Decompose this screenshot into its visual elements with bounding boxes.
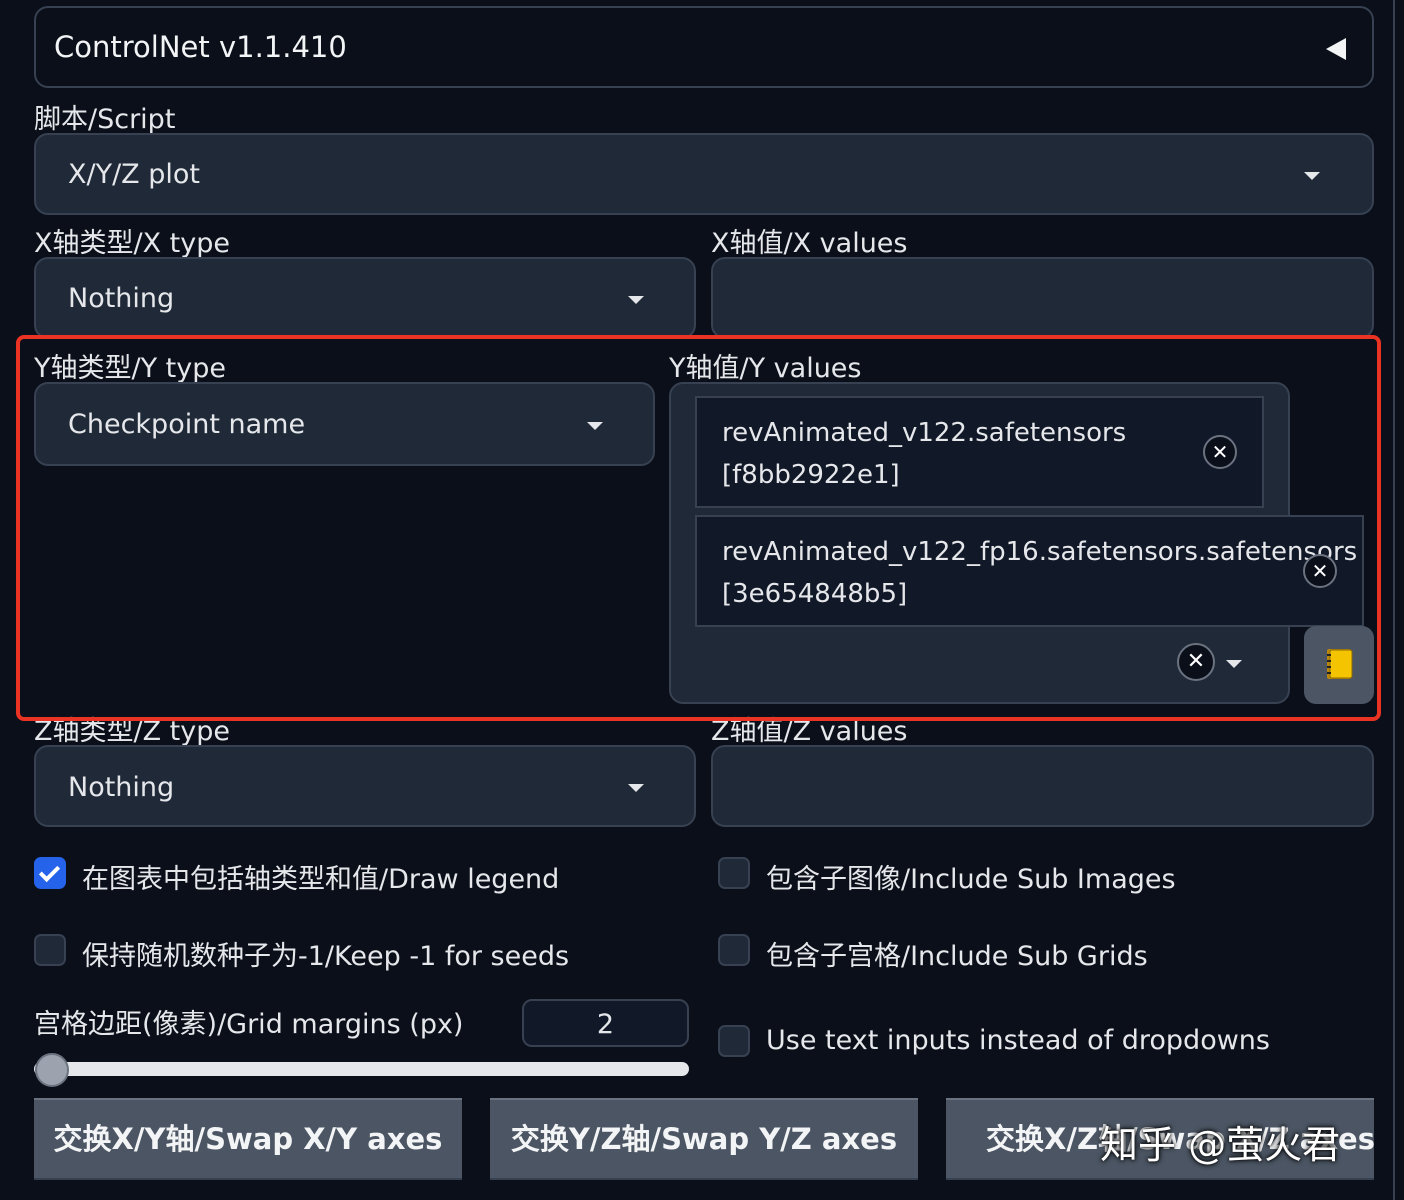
- chevron-down-icon: [628, 784, 644, 792]
- swap-xy-button[interactable]: 交换X/Y轴/Swap X/Y axes: [34, 1098, 462, 1178]
- highlight-frame: [16, 335, 1381, 721]
- include-sub-images-label: 包含子图像/Include Sub Images: [766, 864, 1176, 895]
- script-select[interactable]: X/Y/Z plot: [34, 133, 1374, 215]
- grid-margins-slider-thumb[interactable]: [35, 1053, 69, 1087]
- x-values-label: X轴值/X values: [711, 228, 908, 259]
- text-inputs-checkbox[interactable]: [718, 1025, 750, 1057]
- include-sub-grids-checkbox[interactable]: [718, 934, 750, 966]
- grid-margins-slider-track[interactable]: [34, 1062, 689, 1076]
- check-icon: [38, 860, 61, 883]
- include-sub-grids-label: 包含子宫格/Include Sub Grids: [766, 941, 1148, 972]
- z-type-selected-value: Nothing: [68, 772, 175, 803]
- chevron-down-icon: [1304, 172, 1320, 180]
- x-values-input[interactable]: [711, 257, 1374, 339]
- z-type-select[interactable]: Nothing: [34, 745, 696, 827]
- z-values-input[interactable]: [711, 745, 1374, 827]
- keep-seeds-checkbox[interactable]: [34, 934, 66, 966]
- swap-yz-button[interactable]: 交换Y/Z轴/Swap Y/Z axes: [490, 1098, 918, 1178]
- x-type-label: X轴类型/X type: [34, 228, 230, 259]
- triangle-left-icon: [1326, 38, 1346, 60]
- watermark: 知乎 @萤火君: [1100, 1123, 1341, 1167]
- chevron-down-icon: [628, 296, 644, 304]
- accordion-title: ControlNet v1.1.410: [54, 30, 347, 64]
- script-selected-value: X/Y/Z plot: [68, 159, 201, 190]
- x-type-select[interactable]: Nothing: [34, 257, 696, 339]
- text-inputs-label: Use text inputs instead of dropdowns: [766, 1025, 1270, 1056]
- controlnet-accordion[interactable]: ControlNet v1.1.410: [34, 6, 1374, 88]
- keep-seeds-label: 保持随机数种子为-1/Keep -1 for seeds: [82, 941, 570, 972]
- draw-legend-checkbox[interactable]: [34, 857, 66, 889]
- grid-margins-label: 宫格边距(像素)/Grid margins (px): [34, 1009, 464, 1040]
- draw-legend-label: 在图表中包括轴类型和值/Draw legend: [82, 864, 560, 895]
- x-type-selected-value: Nothing: [68, 283, 175, 314]
- grid-margins-number-input[interactable]: 2: [522, 999, 689, 1047]
- script-label: 脚本/Script: [34, 104, 176, 135]
- include-sub-images-checkbox[interactable]: [718, 857, 750, 889]
- grid-margins-value: 2: [596, 1009, 615, 1040]
